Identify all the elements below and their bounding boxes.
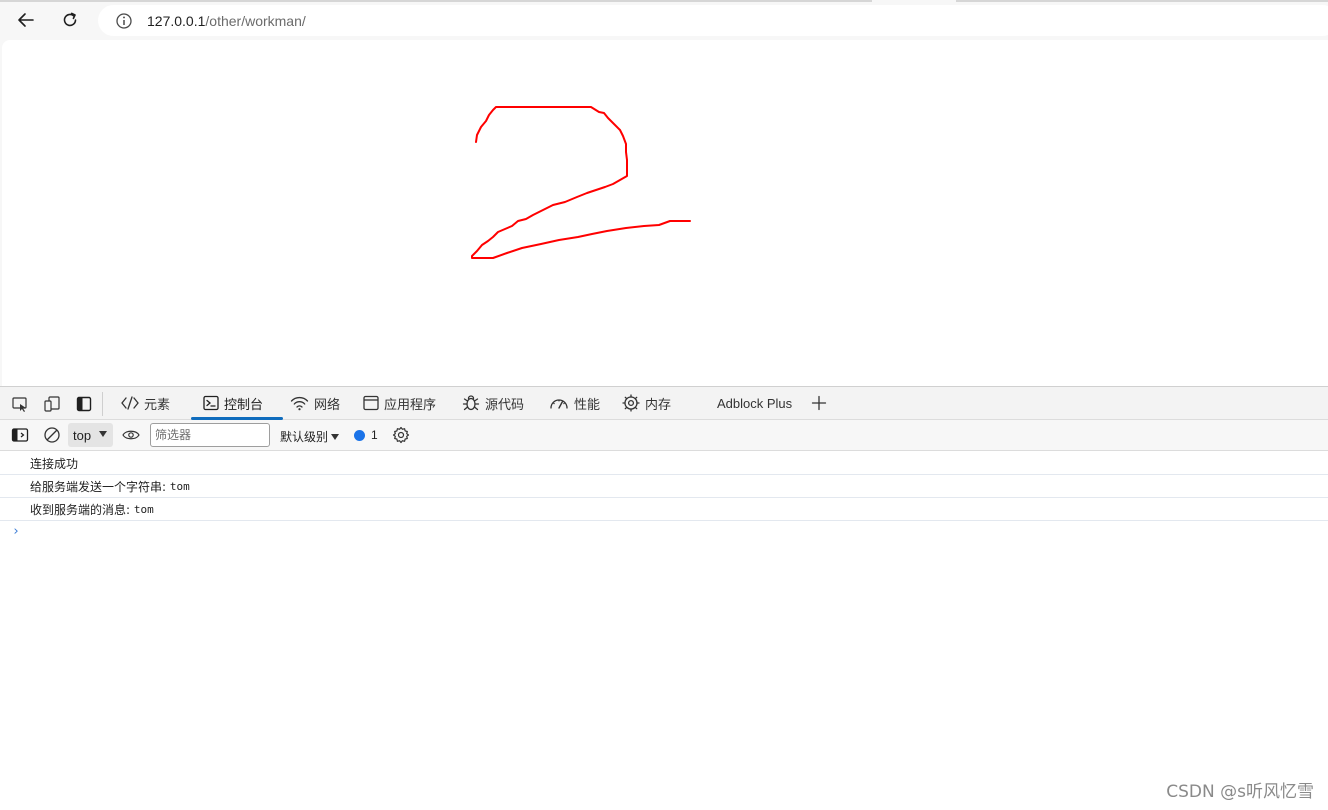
- console-icon: [203, 395, 219, 411]
- message-text: 连接成功: [30, 456, 79, 471]
- back-button[interactable]: [12, 6, 40, 34]
- console-message: 给服务端发送一个字符串: tom: [0, 475, 1328, 498]
- tab-memory[interactable]: 内存: [622, 387, 671, 419]
- url-host: 127.0.0.1: [147, 12, 206, 29]
- gear-icon: [392, 426, 410, 444]
- page-viewport: [2, 40, 1328, 386]
- chevron-down-icon: [99, 431, 107, 437]
- tab-label: 内存: [645, 396, 672, 412]
- context-selector[interactable]: top: [68, 423, 113, 447]
- console-prompt[interactable]: ›: [12, 524, 20, 539]
- message-text: 给服务端发送一个字符串:: [30, 479, 167, 494]
- device-icon: [44, 396, 60, 412]
- filter-input[interactable]: [150, 423, 270, 447]
- tab-label: 性能: [574, 396, 601, 412]
- tab-label: 控制台: [224, 396, 264, 412]
- tab-label: 元素: [144, 396, 171, 412]
- context-value: top: [73, 427, 92, 443]
- clear-console-button[interactable]: [41, 424, 63, 446]
- log-levels-dropdown[interactable]: 默认级别: [280, 428, 340, 445]
- inspect-element-button[interactable]: [9, 393, 31, 415]
- wifi-icon: [290, 396, 309, 411]
- toggle-sidebar-button[interactable]: [73, 393, 95, 415]
- browser-toolbar: 127.0.0.1/other/workman/: [0, 0, 1328, 40]
- inspect-icon: [12, 397, 27, 412]
- live-expression-button[interactable]: [120, 424, 142, 446]
- message-text: 收到服务端的消息:: [30, 502, 131, 517]
- console-message: 收到服务端的消息: tom: [0, 498, 1328, 521]
- sidebar-icon: [76, 396, 92, 412]
- devtools-panel: 元素 控制台 网络 应用程序 源代码 性能 内存 Adblock Plus to…: [0, 386, 1328, 810]
- levels-label: 默认级别: [280, 430, 329, 444]
- console-message: 连接成功: [0, 452, 1328, 475]
- gauge-icon: [550, 399, 568, 409]
- arrow-left-icon: [18, 13, 34, 27]
- bug-icon: [462, 395, 480, 411]
- reload-icon: [63, 12, 77, 27]
- tab-label: 应用程序: [384, 396, 437, 412]
- tab-elements[interactable]: 元素: [121, 387, 170, 419]
- tab-sources[interactable]: 源代码: [462, 387, 524, 419]
- info-icon[interactable]: [115, 12, 133, 30]
- url-path: /other/workman/: [205, 12, 306, 29]
- code-icon: [121, 396, 139, 410]
- console-toolbar: top 默认级别 1: [0, 420, 1328, 451]
- issues-count: 1: [371, 428, 378, 442]
- tab-strip-edge: [956, 0, 1328, 2]
- tab-label: 网络: [314, 396, 341, 412]
- tab-label: 源代码: [485, 396, 525, 412]
- tab-performance[interactable]: 性能: [549, 387, 600, 419]
- drawn-stroke: [471, 106, 691, 259]
- sidebar-toggle-icon: [11, 428, 29, 442]
- message-value: tom: [169, 479, 190, 493]
- devtools-tabbar: 元素 控制台 网络 应用程序 源代码 性能 内存 Adblock Plus: [0, 387, 1328, 420]
- tab-application[interactable]: 应用程序: [363, 387, 436, 419]
- device-emulation-button[interactable]: [41, 393, 63, 415]
- console-messages: 连接成功 给服务端发送一个字符串: tom 收到服务端的消息: tom ›: [0, 452, 1328, 539]
- toolbar-separator: [102, 392, 103, 416]
- show-console-sidebar-button[interactable]: [9, 424, 31, 446]
- address-bar[interactable]: 127.0.0.1/other/workman/: [98, 5, 1328, 36]
- clear-icon: [44, 427, 60, 443]
- tab-console[interactable]: 控制台: [203, 387, 263, 419]
- window-icon: [363, 395, 379, 411]
- eye-icon: [122, 430, 140, 440]
- reload-button[interactable]: [56, 6, 84, 34]
- watermark: CSDN @s听风忆雪: [1166, 782, 1314, 802]
- tab-network[interactable]: 网络: [290, 387, 340, 419]
- plus-icon: [811, 395, 827, 411]
- chip-icon: [622, 394, 640, 412]
- drawing-canvas[interactable]: [2, 40, 1328, 386]
- tab-strip-edge: [0, 0, 872, 2]
- more-tabs-button[interactable]: [811, 387, 832, 419]
- tab-adblock-plus[interactable]: Adblock Plus: [717, 387, 792, 419]
- message-icon: [354, 429, 365, 441]
- console-settings-button[interactable]: [390, 424, 412, 446]
- issues-counter[interactable]: 1: [354, 428, 378, 442]
- message-value: tom: [133, 502, 154, 516]
- tab-label: Adblock Plus: [717, 395, 793, 411]
- chevron-down-icon: [331, 433, 340, 440]
